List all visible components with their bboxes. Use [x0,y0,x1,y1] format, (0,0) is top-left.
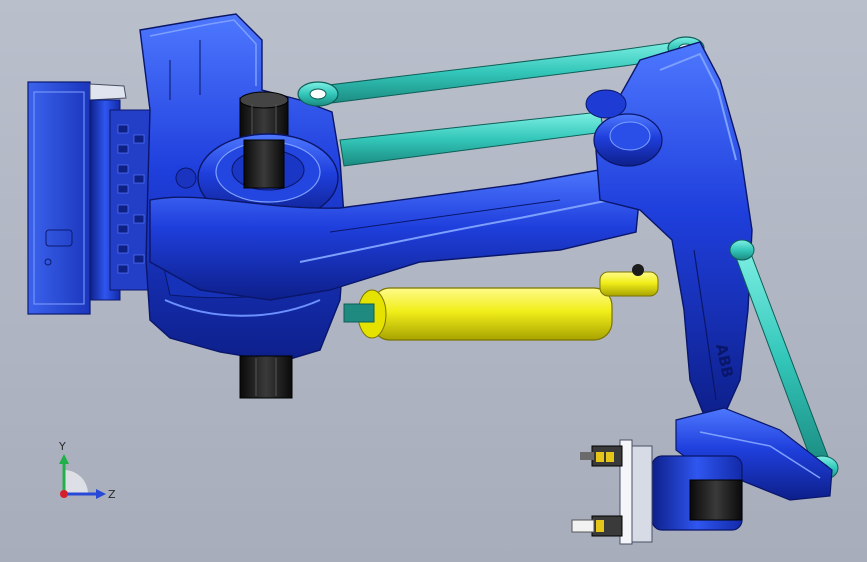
connector-lower[interactable] [571,515,623,537]
y-axis-label: Y [58,440,66,453]
robot-arm-model[interactable]: ABB [0,0,867,562]
lower-shaft[interactable] [239,355,293,399]
cad-viewport[interactable]: ABB Y Z [0,0,867,562]
wrist-flange[interactable] [619,439,653,545]
hydraulic-cylinder[interactable] [343,264,659,341]
middle-tie-rod[interactable] [339,111,605,167]
coordinate-triad: Y Z [58,440,116,501]
connector-upper[interactable] [580,445,623,467]
x-axis-dot [60,490,68,498]
z-axis-label: Z [108,488,116,501]
